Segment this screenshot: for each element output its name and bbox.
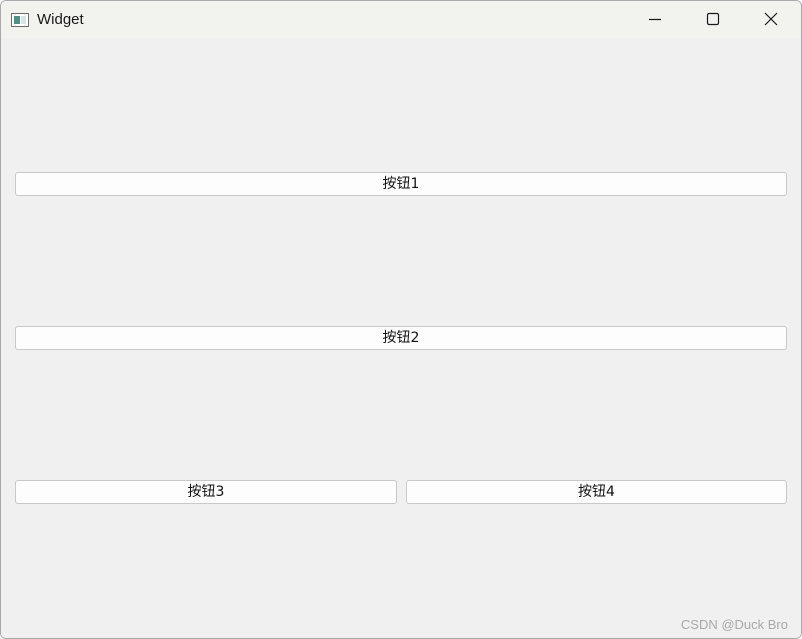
minimize-button[interactable] bbox=[626, 1, 684, 39]
button-3[interactable]: 按钮3 bbox=[15, 480, 397, 504]
close-icon bbox=[764, 11, 778, 30]
widget-client-area: 按钮1 按钮2 按钮3 按钮4 CSDN @Duck Bro bbox=[1, 39, 801, 638]
title-bar[interactable]: Widget bbox=[1, 1, 801, 39]
app-window: Widget 按钮1 按钮2 按钮3 按钮4 CSDN @Duck Bro bbox=[0, 0, 802, 639]
close-button[interactable] bbox=[742, 1, 800, 39]
maximize-icon bbox=[706, 11, 720, 30]
button-2[interactable]: 按钮2 bbox=[15, 326, 787, 350]
watermark-text: CSDN @Duck Bro bbox=[680, 617, 788, 632]
minimize-icon bbox=[648, 11, 662, 30]
button-4[interactable]: 按钮4 bbox=[406, 480, 787, 504]
button-1[interactable]: 按钮1 bbox=[15, 172, 787, 196]
window-title: Widget bbox=[37, 11, 84, 28]
window-icon bbox=[11, 12, 29, 27]
maximize-button[interactable] bbox=[684, 1, 742, 39]
